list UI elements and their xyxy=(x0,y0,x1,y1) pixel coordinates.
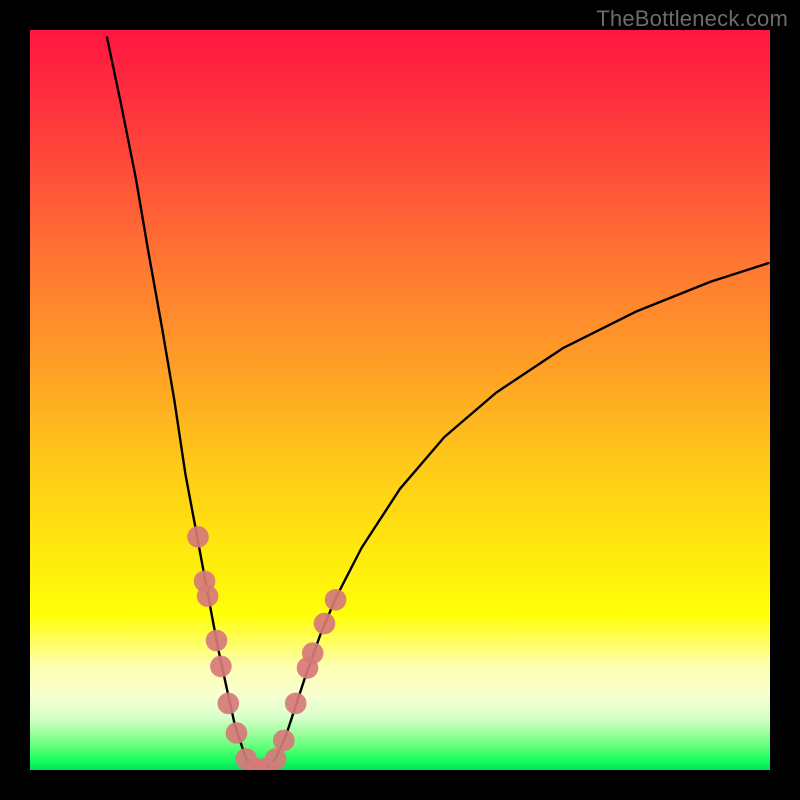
marker-point xyxy=(218,693,240,715)
chart-frame: TheBottleneck.com xyxy=(0,0,800,800)
watermark-text: TheBottleneck.com xyxy=(596,6,788,32)
marker-point xyxy=(273,730,295,752)
marker-point xyxy=(187,526,209,548)
marker-point xyxy=(226,722,248,744)
marker-point xyxy=(314,613,336,635)
marker-point xyxy=(285,693,307,715)
marker-point xyxy=(265,748,287,770)
marker-point xyxy=(210,656,232,678)
plot-area xyxy=(30,30,770,770)
marker-point xyxy=(325,589,347,611)
marker-point xyxy=(197,585,219,607)
marker-point xyxy=(206,630,228,652)
marker-point xyxy=(302,642,324,664)
chart-overlay xyxy=(30,30,770,770)
bottleneck-curve xyxy=(107,37,769,768)
marker-group xyxy=(187,526,346,770)
